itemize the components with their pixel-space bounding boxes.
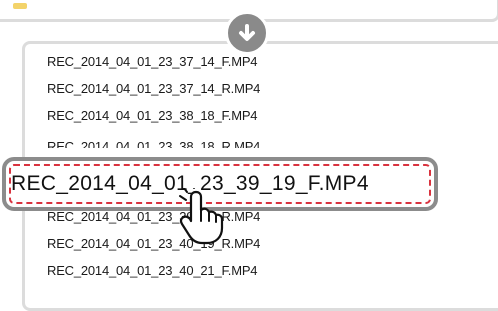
hand-pointer-icon <box>172 185 242 253</box>
folder-icon <box>13 3 27 9</box>
file-list-item[interactable]: REC_2014_04_01_23_37_14_F.MP4 <box>47 54 258 70</box>
file-list-item[interactable]: REC_2014_04_01_23_37_14_R.MP4 <box>47 81 260 97</box>
file-list-item[interactable]: REC_2014_04_01_23_38_18_F.MP4 <box>47 108 258 124</box>
file-list-item[interactable]: REC_2014_04_01_23_40_21_F.MP4 <box>47 263 258 279</box>
file-list-item[interactable]: REC_2014_04_01_23_38_18_R.MP4 <box>47 139 260 148</box>
arrow-down-icon <box>225 11 269 55</box>
